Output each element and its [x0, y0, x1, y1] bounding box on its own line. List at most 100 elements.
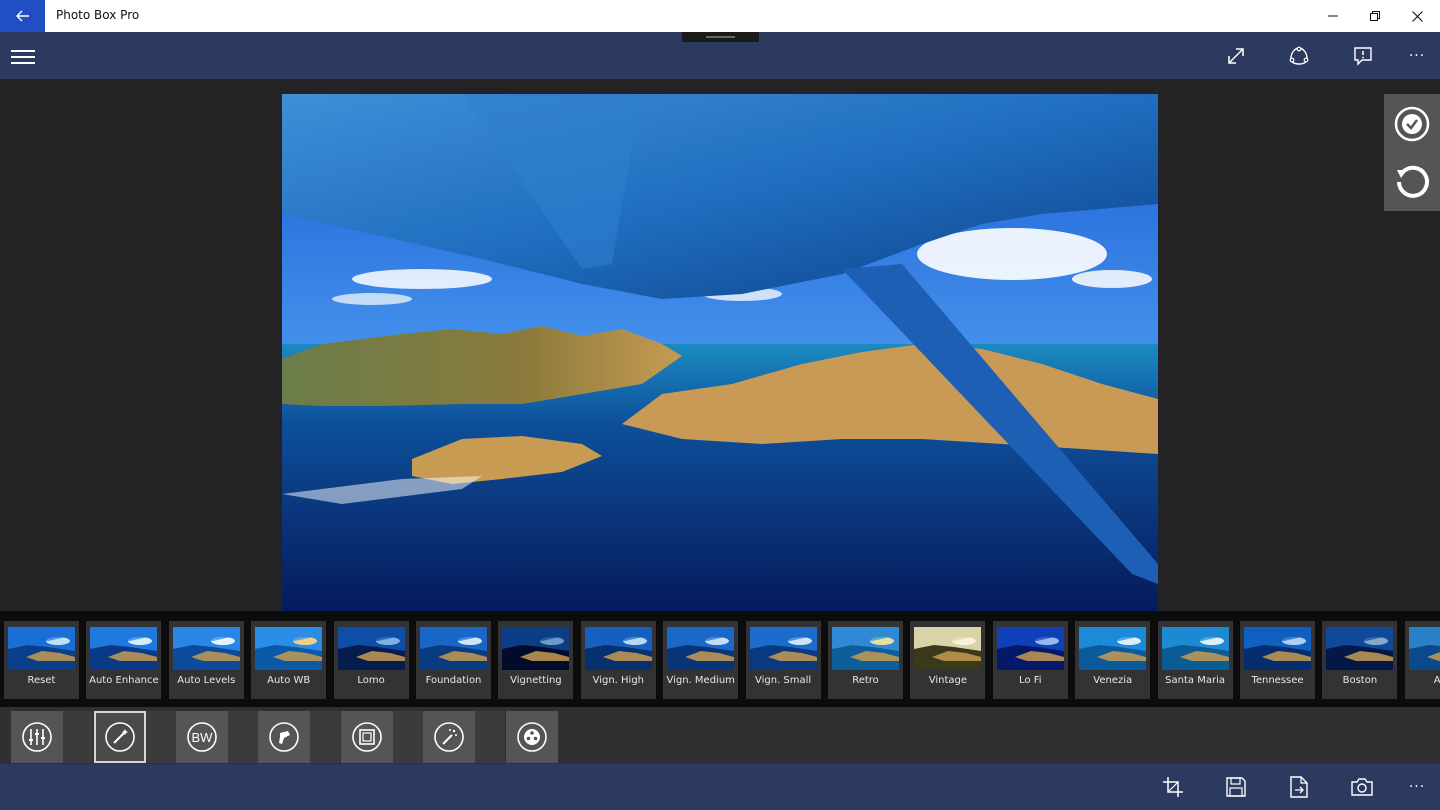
filter-item-vign-high[interactable]: Vign. High — [580, 621, 656, 699]
restore-button[interactable] — [1352, 0, 1398, 32]
filter-item-auto-levels[interactable]: Auto Levels — [168, 621, 244, 699]
frames-tool-button[interactable] — [341, 711, 393, 763]
title-bar: Photo Box Pro — [0, 0, 1440, 32]
filter-thumbnail — [8, 627, 75, 670]
filter-label: Boston — [1342, 675, 1378, 686]
filter-item-boston[interactable]: Boston — [1322, 621, 1398, 699]
tool-separator — [310, 711, 340, 763]
effects-tool-button[interactable] — [423, 711, 475, 763]
filter-item-retro[interactable]: Retro — [828, 621, 903, 699]
filter-label: Vintage — [928, 675, 968, 686]
adjustments-icon — [22, 722, 52, 752]
filter-label: Foundation — [425, 675, 482, 686]
filter-label: Reset — [27, 675, 56, 686]
filter-thumbnail — [914, 627, 982, 670]
filter-strip: Reset Auto Enhance Auto Levels Auto WB Lomo F… — [0, 611, 1440, 707]
adjustments-button[interactable] — [11, 711, 63, 763]
filter-thumbnail — [172, 627, 240, 670]
filter-item-lo-fi[interactable]: Lo Fi — [992, 621, 1068, 699]
back-arrow-icon — [15, 10, 29, 22]
filter-label: Auto WB — [267, 675, 311, 686]
undo-icon — [1397, 165, 1429, 198]
filter-label: Lo Fi — [1019, 675, 1042, 686]
save-button[interactable] — [1221, 772, 1251, 802]
undo-button[interactable] — [1392, 161, 1432, 201]
filter-label: Tennessee — [1251, 675, 1304, 686]
more-options-button[interactable]: ··· — [1401, 40, 1433, 72]
crop-button[interactable] — [1158, 772, 1188, 802]
filter-item-auto-enhance[interactable]: Auto Enhance — [86, 621, 162, 699]
filter-thumbnail — [749, 627, 817, 670]
camera-button[interactable] — [1347, 772, 1377, 802]
filter-item-vignetting[interactable]: Vignetting — [498, 621, 574, 699]
app-title: Photo Box Pro — [56, 8, 140, 22]
tool-separator — [228, 711, 258, 763]
filter-label: Vignetting — [510, 675, 562, 686]
sparkle-wand-icon — [434, 722, 464, 752]
apply-button[interactable] — [1392, 104, 1432, 144]
tool-separator — [63, 711, 93, 763]
drag-handle[interactable] — [682, 32, 759, 42]
crop-icon — [1163, 777, 1183, 797]
filter-item-vintage[interactable]: Vintage — [910, 621, 986, 699]
filter-item-vign-medium[interactable]: Vign. Medium — [663, 621, 739, 699]
film-tool-button[interactable] — [506, 711, 558, 763]
photo-canvas[interactable] — [282, 94, 1158, 611]
filter-thumbnail — [502, 627, 570, 670]
filter-label: Venezia — [1093, 675, 1133, 686]
aerial-photo — [282, 94, 1158, 611]
feedback-icon — [1354, 47, 1372, 66]
filter-item-santa-maria[interactable]: Santa Maria — [1157, 621, 1233, 699]
filter-thumbnail — [832, 627, 899, 670]
more-options-button[interactable]: ··· — [1402, 772, 1432, 802]
filter-thumbnail — [1161, 627, 1229, 670]
minimize-button[interactable] — [1310, 0, 1356, 32]
frame-icon — [352, 722, 382, 752]
magic-wand-icon — [105, 722, 135, 752]
filter-label: Santa Maria — [1165, 675, 1225, 686]
filter-label: Retro — [852, 675, 879, 686]
filter-label: Auto Enhance — [89, 675, 159, 686]
filter-label: Ant — [1433, 675, 1440, 686]
tool-separator — [146, 711, 176, 763]
fullscreen-button[interactable] — [1220, 40, 1252, 72]
auto-enhance-tool-button[interactable] — [94, 711, 146, 763]
filter-thumbnail — [337, 627, 405, 670]
filter-item-reset[interactable]: Reset — [4, 621, 79, 699]
filter-item-vign-small[interactable]: Vign. Small — [745, 621, 821, 699]
filter-thumbnail — [255, 627, 323, 670]
share-icon — [1289, 46, 1309, 65]
filter-item-foundation[interactable]: Foundation — [416, 621, 491, 699]
filter-item-lomo[interactable]: Lomo — [333, 621, 409, 699]
back-button[interactable] — [0, 0, 45, 32]
filter-thumbnail — [996, 627, 1064, 670]
filter-label: Vign. Small — [754, 675, 812, 686]
color-splash-tool-button[interactable] — [258, 711, 310, 763]
restore-icon — [1370, 11, 1380, 21]
filter-item-tennessee[interactable]: Tennessee — [1240, 621, 1315, 699]
black-white-tool-button[interactable]: BW — [176, 711, 228, 763]
filter-label: Vign. Medium — [666, 675, 735, 686]
bw-label: BW — [191, 729, 213, 745]
film-reel-icon — [517, 722, 547, 752]
filter-thumbnail — [1326, 627, 1394, 670]
filter-thumbnail — [667, 627, 735, 670]
share-button[interactable] — [1283, 40, 1315, 72]
feedback-button[interactable] — [1347, 40, 1379, 72]
tool-separator — [393, 711, 423, 763]
filter-item-ant[interactable]: Ant — [1404, 621, 1440, 699]
filter-item-auto-wb[interactable]: Auto WB — [251, 621, 327, 699]
filter-label: Lomo — [357, 675, 385, 686]
close-button[interactable] — [1394, 0, 1440, 32]
side-action-panel — [1384, 94, 1440, 211]
tools-bar: BW — [0, 707, 1440, 764]
filter-item-venezia[interactable]: Venezia — [1075, 621, 1151, 699]
minimize-icon — [1328, 15, 1338, 17]
tool-separator — [475, 711, 505, 763]
hamburger-menu-icon[interactable] — [11, 47, 35, 65]
filter-label: Vign. High — [592, 675, 645, 686]
filter-thumbnail — [420, 627, 487, 670]
export-icon — [1290, 776, 1308, 798]
apply-check-icon — [1394, 106, 1430, 142]
export-button[interactable] — [1284, 772, 1314, 802]
